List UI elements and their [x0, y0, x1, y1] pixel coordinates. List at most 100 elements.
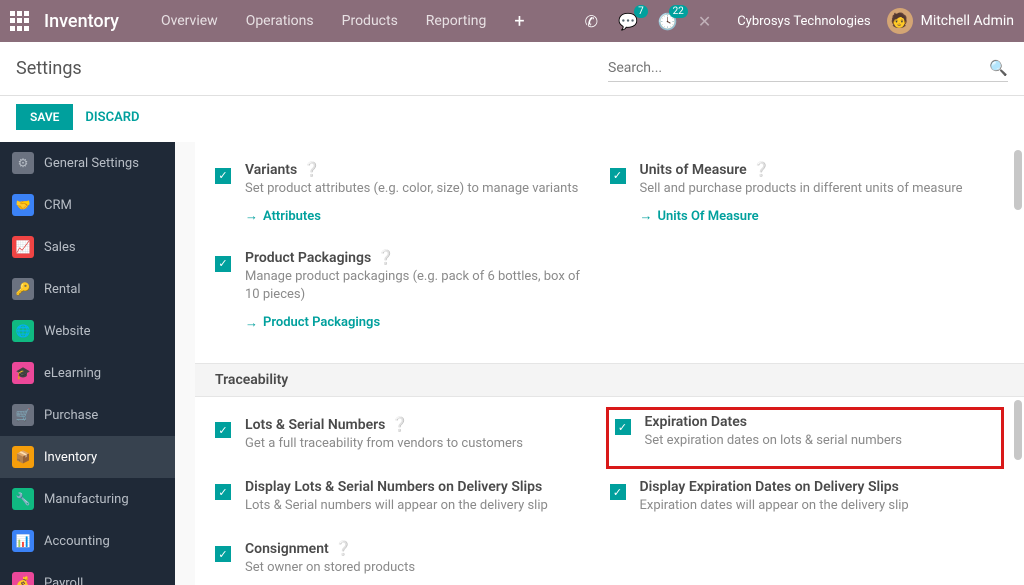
avatar: 🧑 — [887, 8, 913, 34]
sidebar-item-manufacturing[interactable]: 🔧Manufacturing — [0, 478, 175, 520]
top-navbar: Inventory Overview Operations Products R… — [0, 0, 1024, 42]
setting-uom: ✓ Units of Measure ❔ Sell and purchase pr… — [610, 152, 1005, 240]
checkbox-packagings[interactable]: ✓ — [215, 256, 231, 272]
sidebar-item-label: CRM — [44, 198, 72, 213]
setting-desc: Manage product packagings (e.g. pack of … — [245, 268, 582, 304]
arrow-right-icon: → — [245, 315, 258, 331]
setting-title: Lots & Serial Numbers — [245, 417, 385, 433]
link-uom[interactable]: →Units Of Measure — [640, 208, 759, 224]
nav-reporting[interactable]: Reporting — [426, 13, 487, 29]
sidebar-item-website[interactable]: 🌐 Website — [0, 310, 175, 352]
sidebar-item-label: General Settings — [44, 156, 139, 171]
link-packagings[interactable]: →Product Packagings — [245, 315, 380, 331]
settings-content: ✓ Variants ❔ Set product attributes (e.g.… — [175, 142, 1024, 585]
sidebar-item-label: eLearning — [44, 366, 101, 381]
setting-display-exp-slips: ✓ Display Expiration Dates on Delivery S… — [610, 469, 1005, 531]
setting-title: Consignment — [245, 541, 329, 557]
sidebar-item-label: Manufacturing — [44, 492, 129, 507]
handshake-icon: 🤝 — [12, 194, 34, 216]
sidebar-item-general[interactable]: ⚙ General Settings — [0, 142, 175, 184]
gear-icon: ⚙ — [12, 152, 34, 174]
checkbox-lots[interactable]: ✓ — [215, 422, 231, 438]
app-title[interactable]: Inventory — [44, 11, 119, 32]
sidebar-item-payroll[interactable]: 💰Payroll — [0, 562, 175, 585]
search-icon[interactable]: 🔍 — [989, 59, 1008, 77]
sidebar-item-purchase[interactable]: 🛒Purchase — [0, 394, 175, 436]
save-button[interactable]: SAVE — [16, 104, 73, 130]
search-wrap: 🔍 — [608, 55, 1008, 82]
box-icon: 📦 — [12, 446, 34, 468]
help-icon[interactable]: ❔ — [335, 541, 352, 557]
section-traceability-header: Traceability — [195, 363, 1024, 397]
globe-icon: 🌐 — [12, 320, 34, 342]
activity-icon[interactable]: 🕓22 — [658, 12, 678, 31]
sidebar-item-inventory[interactable]: 📦 Inventory — [0, 436, 175, 478]
scrollbar[interactable] — [1014, 150, 1022, 210]
page-title: Settings — [16, 58, 82, 79]
book-icon: 🎓 — [12, 362, 34, 384]
sidebar-item-sales[interactable]: 📈 Sales — [0, 226, 175, 268]
checkbox-variants[interactable]: ✓ — [215, 168, 231, 184]
key-icon: 🔑 — [12, 278, 34, 300]
discard-button[interactable]: DISCARD — [85, 110, 139, 125]
setting-title: Expiration Dates — [645, 414, 747, 430]
apps-icon[interactable] — [10, 11, 30, 31]
setting-desc: Set product attributes (e.g. color, size… — [245, 180, 582, 198]
chart-icon: 📈 — [12, 236, 34, 258]
link-attributes[interactable]: →Attributes — [245, 208, 321, 224]
chat-badge: 7 — [634, 5, 648, 18]
setting-desc: Get a full traceability from vendors to … — [245, 435, 578, 453]
tools-icon[interactable]: ✕ — [698, 12, 711, 31]
breadcrumb-bar: Settings 🔍 — [0, 42, 1024, 96]
activity-badge: 22 — [669, 5, 688, 18]
setting-desc: Set owner on stored products — [245, 559, 582, 577]
setting-title: Display Expiration Dates on Delivery Sli… — [640, 479, 899, 495]
arrow-right-icon: → — [640, 208, 653, 224]
setting-expiration-dates: ✓ Expiration Dates Set expiration dates … — [606, 407, 1005, 469]
setting-title: Units of Measure — [640, 162, 747, 178]
setting-desc: Lots & Serial numbers will appear on the… — [245, 497, 582, 515]
sidebar-item-rental[interactable]: 🔑 Rental — [0, 268, 175, 310]
sidebar-item-label: Payroll — [44, 576, 83, 585]
phone-icon[interactable]: ✆ — [585, 12, 598, 31]
company-name[interactable]: Cybrosys Technologies — [737, 14, 870, 29]
sidebar-item-label: Rental — [44, 282, 81, 297]
settings-sidebar: ⚙ General Settings 🤝 CRM 📈 Sales 🔑 Rental 🌐 W… — [0, 142, 175, 585]
sidebar-item-label: Purchase — [44, 408, 98, 423]
setting-consignment: ✓ Consignment ❔ Set owner on stored produ… — [215, 531, 610, 585]
add-icon[interactable]: + — [514, 11, 524, 32]
nav-products[interactable]: Products — [342, 13, 398, 29]
setting-desc: Sell and purchase products in different … — [640, 180, 977, 198]
arrow-right-icon: → — [245, 208, 258, 224]
sidebar-item-crm[interactable]: 🤝 CRM — [0, 184, 175, 226]
nav-operations[interactable]: Operations — [246, 13, 314, 29]
sidebar-item-accounting[interactable]: 📊Accounting — [0, 520, 175, 562]
setting-lots: ✓ Lots & Serial Numbers ❔ Get a full trac… — [215, 407, 606, 469]
checkbox-uom[interactable]: ✓ — [610, 168, 626, 184]
setting-desc: Set expiration dates on lots & serial nu… — [645, 432, 978, 450]
sidebar-item-label: Inventory — [44, 450, 97, 465]
checkbox-display-lots[interactable]: ✓ — [215, 484, 231, 500]
help-icon[interactable]: ❔ — [753, 162, 770, 178]
help-icon[interactable]: ❔ — [391, 417, 408, 433]
scrollbar[interactable] — [1014, 400, 1022, 460]
setting-variants: ✓ Variants ❔ Set product attributes (e.g.… — [215, 152, 610, 240]
user-name: Mitchell Admin — [921, 13, 1014, 29]
setting-display-lots-slips: ✓ Display Lots & Serial Numbers on Deliv… — [215, 469, 610, 531]
sidebar-item-label: Website — [44, 324, 91, 339]
setting-title: Product Packagings — [245, 250, 371, 266]
sidebar-item-elearning[interactable]: 🎓 eLearning — [0, 352, 175, 394]
action-bar: SAVE DISCARD — [0, 96, 1024, 142]
checkbox-display-exp[interactable]: ✓ — [610, 484, 626, 500]
nav-overview[interactable]: Overview — [161, 13, 218, 29]
help-icon[interactable]: ❔ — [377, 250, 394, 266]
help-icon[interactable]: ❔ — [303, 162, 320, 178]
setting-title: Variants — [245, 162, 297, 178]
chat-icon[interactable]: 💬7 — [618, 12, 638, 31]
sidebar-item-label: Sales — [44, 240, 76, 255]
checkbox-consignment[interactable]: ✓ — [215, 546, 231, 562]
user-menu[interactable]: 🧑 Mitchell Admin — [887, 8, 1014, 34]
setting-packagings: ✓ Product Packagings ❔ Manage product pac… — [215, 240, 610, 346]
search-input[interactable] — [608, 60, 989, 76]
checkbox-expiration[interactable]: ✓ — [615, 419, 631, 435]
